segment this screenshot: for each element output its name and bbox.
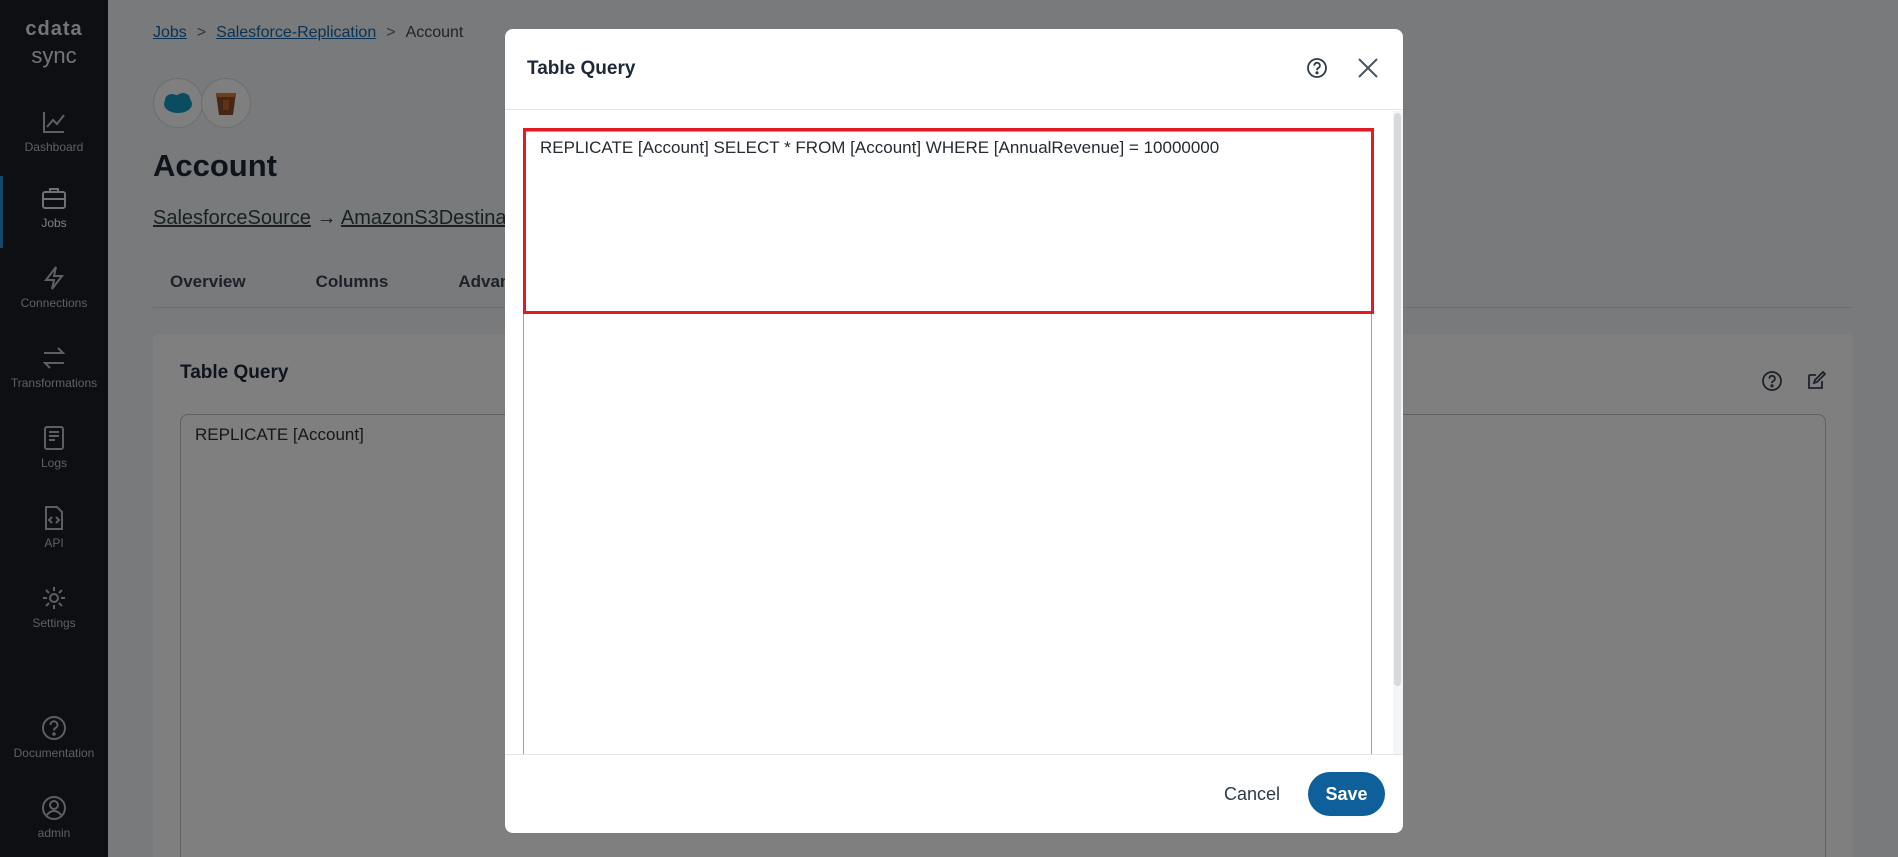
dialog-title: Table Query <box>527 58 636 79</box>
close-icon[interactable] <box>1355 55 1381 81</box>
table-query-dialog: Table Query REPLICATE [Account] SELECT *… <box>505 29 1403 833</box>
dialog-header: Table Query <box>505 29 1403 110</box>
dialog-footer: Cancel Save <box>505 754 1403 833</box>
save-button[interactable]: Save <box>1308 772 1385 816</box>
query-editor-text[interactable]: REPLICATE [Account] SELECT * FROM [Accou… <box>540 138 1219 158</box>
cancel-button[interactable]: Cancel <box>1212 773 1292 815</box>
dialog-scrollbar-thumb[interactable] <box>1394 113 1401 686</box>
help-icon[interactable] <box>1305 56 1329 80</box>
query-editor[interactable] <box>523 131 1372 754</box>
dialog-body <box>505 111 1403 754</box>
